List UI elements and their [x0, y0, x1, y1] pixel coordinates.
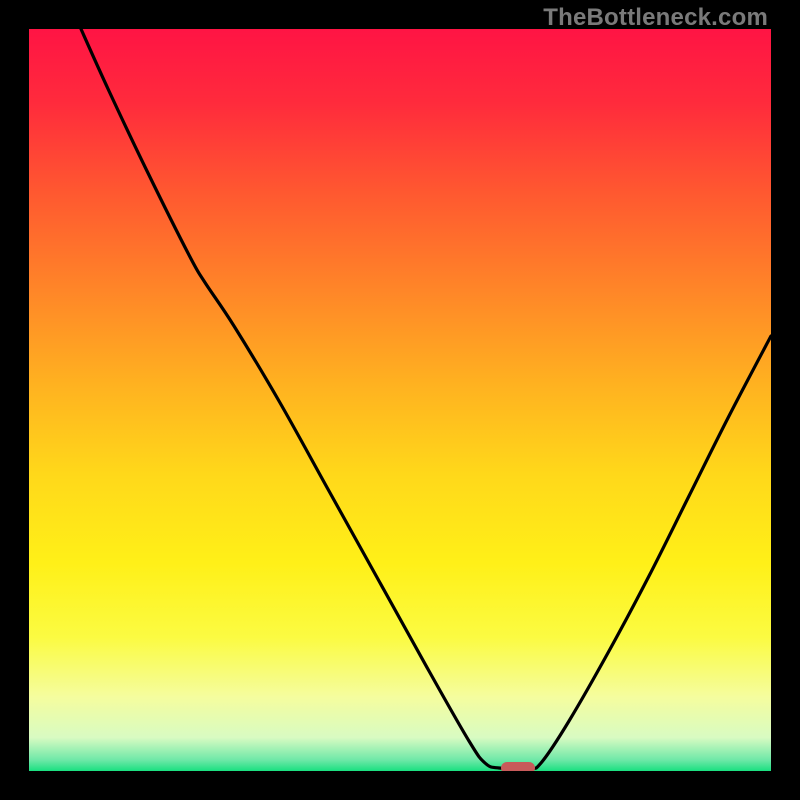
plot-area: [29, 29, 771, 771]
chart-frame: TheBottleneck.com: [0, 0, 800, 800]
optimum-marker: [501, 762, 535, 771]
bottleneck-curve: [29, 29, 771, 771]
watermark-text: TheBottleneck.com: [543, 4, 768, 32]
